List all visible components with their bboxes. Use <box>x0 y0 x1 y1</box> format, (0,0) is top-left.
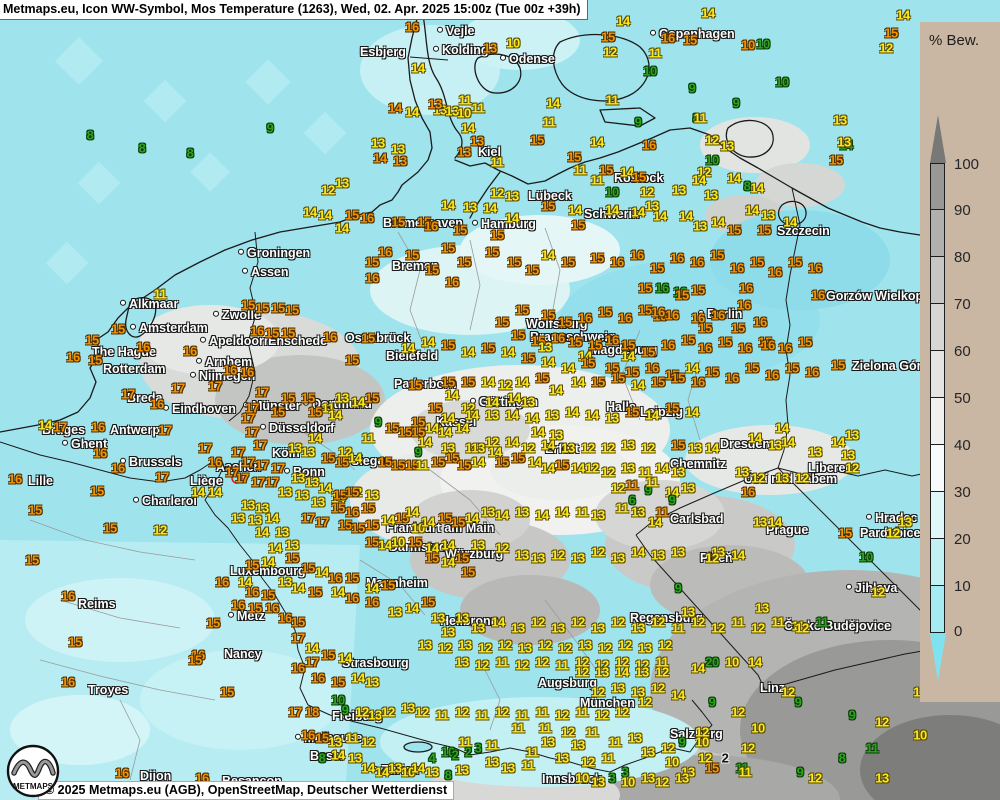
legend-tick: 10 <box>954 578 971 595</box>
legend-arrow-down <box>930 633 946 681</box>
legend-tick: 80 <box>954 249 971 266</box>
legend-segment: 60 <box>930 351 945 398</box>
legend-segment: 100 <box>930 586 945 633</box>
attribution-text: © 2025 Metmaps.eu (AGB), OpenStreetMap, … <box>45 783 447 797</box>
legend-segment: 40 <box>930 445 945 492</box>
weather-map-app: HorsensVejleKoldingEsbjergOdenseCopenhag… <box>0 0 1000 800</box>
legend-title: % Bew. <box>929 32 979 49</box>
legend-tick: 70 <box>954 296 971 313</box>
metmaps-logo: METMAPS <box>5 743 61 799</box>
legend-tick: 100 <box>954 156 979 173</box>
legend-tick: 20 <box>954 531 971 548</box>
legend-segment: 90 <box>930 210 945 257</box>
legend-segment: 80 <box>930 257 945 304</box>
legend-tick: 50 <box>954 390 971 407</box>
legend-tick: 90 <box>954 202 971 219</box>
map-canvas[interactable] <box>0 0 1000 800</box>
legend-segment: 30 <box>930 492 945 539</box>
legend-arrow-up <box>930 115 946 163</box>
legend-bar: 1009080706050403020100 <box>930 115 945 681</box>
legend-tick: 30 <box>954 484 971 501</box>
map-title: Metmaps.eu, Icon WW-Symbol, Mos Temperat… <box>3 2 581 16</box>
legend-tick: 60 <box>954 343 971 360</box>
legend-segment: 70 <box>930 304 945 351</box>
legend-panel: % Bew. 1009080706050403020100 <box>920 22 1000 702</box>
attribution-bar: © 2025 Metmaps.eu (AGB), OpenStreetMap, … <box>38 781 454 800</box>
legend-tick: 0 <box>954 623 962 640</box>
legend-segment: 50 <box>930 398 945 445</box>
legend-segment: 20 <box>930 539 945 586</box>
legend-segment: 100 <box>930 163 945 210</box>
title-bar: Metmaps.eu, Icon WW-Symbol, Mos Temperat… <box>0 0 588 20</box>
logo-text: METMAPS <box>13 782 54 791</box>
legend-tick: 40 <box>954 437 971 454</box>
